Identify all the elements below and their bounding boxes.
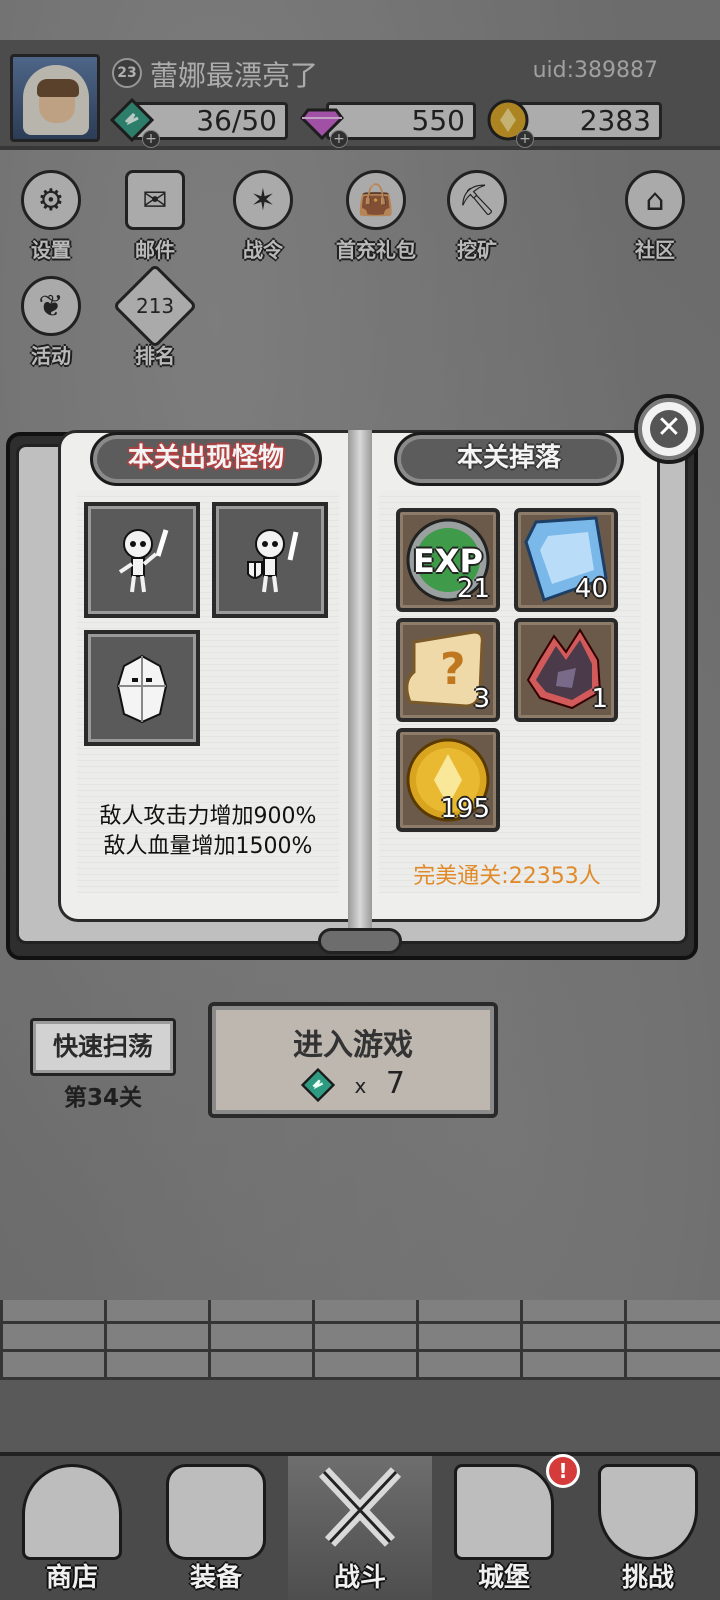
enemy-attack-buff: 敌人攻击力增加900% [99,804,317,829]
stage-label: 第34关 [63,1085,142,1111]
nav-battle-label: 战斗 [333,1563,386,1593]
drop-dark-ore[interactable]: 1 [514,618,618,722]
nav-challenge[interactable]: 挑战 [576,1456,720,1600]
monsters-title-text: 本关出现怪物 [127,443,284,473]
equipment-icon [166,1464,266,1560]
stamina-gem-icon [300,1067,336,1102]
battle-icon [318,1467,402,1547]
close-icon: ✕ [650,410,688,448]
perfect-clear-count: 完美通关:22353人 [413,864,601,889]
shop-icon [22,1464,122,1560]
blue-crystal-count: 40 [574,574,608,604]
challenge-icon [598,1464,698,1560]
drops-title-text: 本关掉落 [456,443,561,473]
monsters-title: 本关出现怪物 [90,432,322,486]
nav-battle[interactable]: 战斗 [288,1456,432,1600]
book-clasp [318,928,402,954]
nav-shop-label: 商店 [45,1563,98,1593]
castle-icon [454,1464,554,1560]
dark-ore-count: 1 [591,684,608,714]
castle-notification-badge: ! [546,1454,580,1488]
cost-multiplier: x [354,1074,367,1098]
drop-mystery-scroll[interactable]: ? 3 [396,618,500,722]
exp-count: 21 [456,574,490,604]
mystery-scroll-count: 3 [473,684,490,714]
enemy-hp-buff: 敌人血量增加1500% [103,834,313,859]
drop-blue-crystal[interactable]: 40 [514,508,618,612]
monster-card-rock-golem[interactable] [84,630,200,746]
cost-amount: 7 [385,1066,406,1101]
nav-equipment[interactable]: 装备 [144,1456,288,1600]
nav-challenge-label: 挑战 [621,1563,674,1593]
skeleton-swordsman-icon [118,529,169,593]
drop-exp[interactable]: EXP 21 [396,508,500,612]
close-button[interactable]: ✕ [634,394,704,464]
enter-game-label: 进入游戏 [293,1028,413,1063]
gold-coin-count: 195 [440,794,490,824]
drop-gold-coin[interactable]: 195 [396,728,500,832]
svg-text:?: ? [440,644,466,695]
rock-golem-icon [116,654,168,724]
monster-card-skeleton-shield[interactable] [212,502,328,618]
skeleton-shield-icon [247,529,299,593]
quick-sweep-button[interactable]: 快速扫荡 [30,1018,176,1076]
nav-castle-label: 城堡 [477,1563,530,1593]
nav-equipment-label: 装备 [189,1563,242,1593]
monster-card-skeleton-swordsman[interactable] [84,502,200,618]
enter-game-button[interactable]: 进入游戏 x 7 [208,1002,498,1118]
enter-game-cost: x 7 [212,1066,494,1102]
nav-shop[interactable]: 商店 [0,1456,144,1600]
drops-title: 本关掉落 [394,432,624,486]
